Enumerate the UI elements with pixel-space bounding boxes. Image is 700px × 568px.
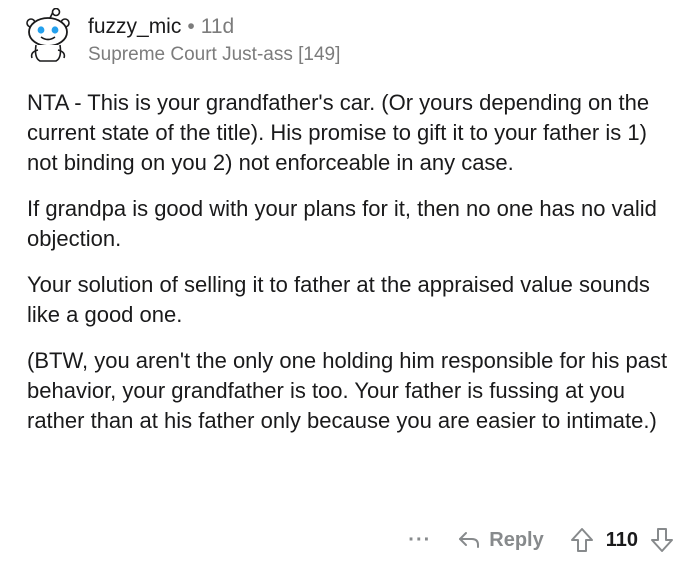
username[interactable]: fuzzy_mic	[88, 14, 181, 40]
reply-arrow-icon	[459, 532, 480, 548]
user-line: fuzzy_mic • 11d	[88, 14, 340, 40]
vote-controls: 110	[570, 527, 674, 553]
comment: fuzzy_mic • 11d Supreme Court Just-ass […	[0, 0, 700, 568]
comment-age[interactable]: 11d	[201, 14, 234, 40]
reply-button[interactable]: Reply	[457, 528, 544, 552]
comment-header: fuzzy_mic • 11d Supreme Court Just-ass […	[88, 14, 340, 68]
comment-paragraph: Your solution of selling it to father at…	[27, 272, 650, 327]
comment-body: NTA - This is your grandfather's car. (O…	[27, 88, 677, 452]
reply-label: Reply	[489, 528, 544, 551]
avatar[interactable]	[20, 7, 76, 64]
separator-dot: •	[187, 15, 195, 38]
comment-paragraph: NTA - This is your grandfather's car. (O…	[27, 90, 650, 175]
comment-actions: ··· Reply 110	[408, 524, 674, 556]
vote-score: 110	[605, 528, 638, 551]
comment-paragraph: (BTW, you aren't the only one holding hi…	[27, 348, 668, 433]
comment-paragraph: If grandpa is good with your plans for i…	[27, 196, 657, 251]
user-flair: Supreme Court Just-ass [149]	[88, 44, 341, 65]
more-icon[interactable]: ···	[408, 529, 431, 552]
upvote-icon[interactable]	[570, 527, 594, 553]
downvote-icon[interactable]	[650, 527, 674, 553]
snoo-avatar-icon	[26, 7, 70, 62]
